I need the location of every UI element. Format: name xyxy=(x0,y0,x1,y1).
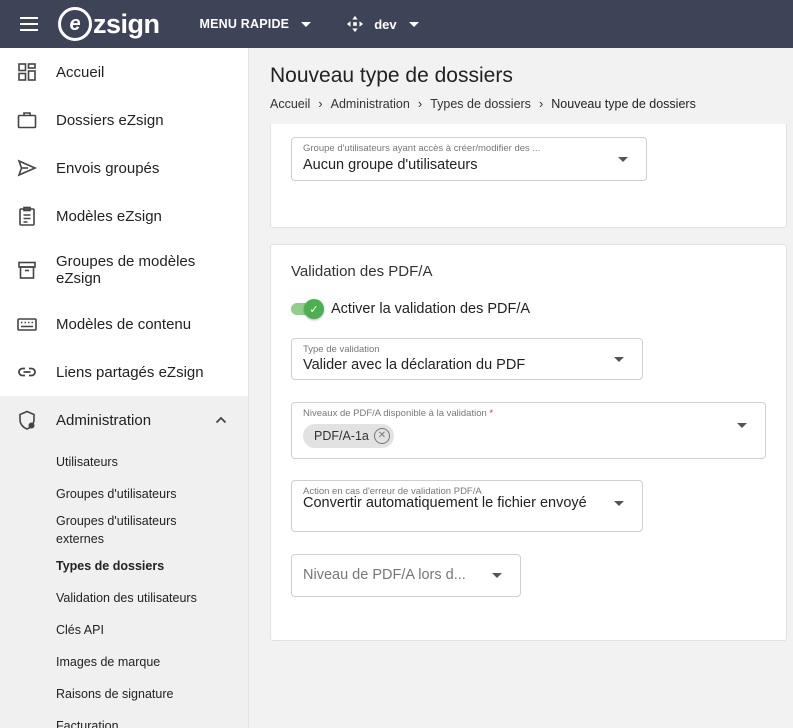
chevron-down-icon xyxy=(408,21,419,27)
field-label: Groupe d'utilisateurs ayant accès à crée… xyxy=(303,143,541,154)
clipboard-icon xyxy=(19,206,35,226)
breadcrumb-current: Nouveau type de dossiers xyxy=(551,96,696,111)
validation-type-select[interactable]: Type de validation Valider avec la décla… xyxy=(291,338,643,380)
sidebar-item-liens[interactable]: Liens partagés eZsign xyxy=(0,348,248,396)
sidebar-item-label: Liens partagés eZsign xyxy=(56,363,204,381)
sidebar-item-label: Dossiers eZsign xyxy=(56,111,164,129)
field-placeholder: Niveau de PDF/A lors d... xyxy=(303,567,466,583)
convert-level-select[interactable]: Niveau de PDF/A lors d... xyxy=(291,554,521,597)
quick-menu-button[interactable]: MENU RAPIDE xyxy=(200,17,312,31)
sidebar-subitem-facturation[interactable]: Facturation xyxy=(0,710,248,728)
chevron-right-icon: › xyxy=(538,96,544,111)
sidebar-item-label: Modèles de contenu xyxy=(56,315,192,333)
sidebar-item-groupes-modeles[interactable]: Groupes de modèles eZsign xyxy=(0,240,248,300)
quick-menu-label: MENU RAPIDE xyxy=(199,17,290,31)
dropdown-arrow-icon xyxy=(737,423,747,428)
chevron-up-icon[interactable] xyxy=(214,413,228,427)
breadcrumb: Accueil › Administration › Types de doss… xyxy=(270,96,793,111)
close-circle-icon[interactable]: ✕ xyxy=(373,428,390,444)
environment-selector[interactable]: dev xyxy=(346,15,419,33)
required-mark: * xyxy=(489,408,494,419)
sidebar-subitem-validation-utilisateurs[interactable]: Validation des utilisateurs xyxy=(0,582,248,614)
keyboard-icon xyxy=(17,318,37,331)
user-group-card: Groupe d'utilisateurs ayant accès à crée… xyxy=(270,124,787,228)
briefcase-icon xyxy=(17,112,37,129)
dropdown-arrow-icon xyxy=(492,573,502,578)
sidebar-subitem-groupes-utilisateurs[interactable]: Groupes d'utilisateurs xyxy=(0,478,248,510)
pdfa-toggle-row: ✓ Activer la validation des PDF/A xyxy=(291,299,531,319)
logo-letter: e xyxy=(58,7,92,41)
top-bar: e zsign MENU RAPIDE dev xyxy=(0,0,793,48)
sidebar: Accueil Dossiers eZsign Envois groupés M… xyxy=(0,48,249,728)
dashboard-icon xyxy=(18,63,36,81)
pdfa-levels-select[interactable]: Niveaux de PDF/A disponible à la validat… xyxy=(291,402,766,459)
hamburger-menu-icon[interactable] xyxy=(0,0,58,48)
sidebar-item-administration[interactable]: Administration xyxy=(0,396,248,444)
pdfa-level-chip: PDF/A-1a ✕ xyxy=(303,424,394,448)
dropdown-arrow-icon xyxy=(614,357,624,362)
archive-icon xyxy=(18,261,36,279)
sidebar-item-envois[interactable]: Envois groupés xyxy=(0,144,248,192)
breadcrumb-administration[interactable]: Administration xyxy=(331,97,410,111)
chevron-right-icon: › xyxy=(318,96,323,111)
page-title: Nouveau type de dossiers xyxy=(270,64,513,87)
sidebar-subitem-types-dossiers[interactable]: Types de dossiers xyxy=(0,550,248,582)
chip-label: PDF/A-1a xyxy=(314,429,369,443)
sidebar-item-label: Accueil xyxy=(56,63,105,81)
toggle-label: Activer la validation des PDF/A xyxy=(331,301,531,317)
sidebar-item-modeles[interactable]: Modèles eZsign xyxy=(0,192,248,240)
breadcrumb-types-dossiers[interactable]: Types de dossiers xyxy=(430,97,531,111)
chevron-right-icon: › xyxy=(417,96,423,111)
send-icon xyxy=(17,159,37,177)
shield-lock-icon xyxy=(19,410,35,430)
pdfa-validation-card: Validation des PDF/A ✓ Activer la valida… xyxy=(270,244,787,641)
link-icon xyxy=(18,367,36,377)
sidebar-item-label: Modèles eZsign xyxy=(56,207,162,225)
sidebar-item-modeles-contenu[interactable]: Modèles de contenu xyxy=(0,300,248,348)
field-value: Aucun groupe d'utilisateurs xyxy=(303,157,478,173)
dropdown-arrow-icon xyxy=(618,157,628,162)
sidebar-item-dossiers[interactable]: Dossiers eZsign xyxy=(0,96,248,144)
chevron-down-icon xyxy=(301,21,312,27)
breadcrumb-accueil[interactable]: Accueil xyxy=(270,97,310,111)
sidebar-subitem-groupes-externes[interactable]: Groupes d'utilisateurs externes xyxy=(0,510,200,550)
user-group-select[interactable]: Groupe d'utilisateurs ayant accès à crée… xyxy=(291,137,647,181)
pdfa-validation-toggle[interactable]: ✓ xyxy=(291,299,324,319)
section-title: Validation des PDF/A xyxy=(291,263,433,280)
page-header: Nouveau type de dossiers Accueil › Admin… xyxy=(250,48,793,124)
check-icon: ✓ xyxy=(304,299,324,319)
environment-label: dev xyxy=(374,16,397,32)
dropdown-arrow-icon xyxy=(614,501,624,506)
logo-text: zsign xyxy=(93,8,160,39)
sidebar-item-label: Administration xyxy=(56,411,152,429)
error-action-select[interactable]: Action en cas d'erreur de validation PDF… xyxy=(291,480,643,532)
field-label: Niveaux de PDF/A disponible à la validat… xyxy=(303,408,493,419)
field-value: Valider avec la déclaration du PDF xyxy=(303,357,526,373)
sidebar-subitem-cles-api[interactable]: Clés API xyxy=(0,614,248,646)
sidebar-item-label: Groupes de modèles eZsign xyxy=(56,253,196,287)
sidebar-subitem-utilisateurs[interactable]: Utilisateurs xyxy=(0,446,248,478)
field-label: Type de validation xyxy=(303,344,380,355)
sidebar-subitem-raisons-signature[interactable]: Raisons de signature xyxy=(0,678,248,710)
ezsign-logo[interactable]: e zsign xyxy=(58,0,160,48)
field-label-text: Niveaux de PDF/A disponible à la validat… xyxy=(303,408,487,419)
administration-submenu: Utilisateurs Groupes d'utilisateurs Grou… xyxy=(0,444,248,728)
sidebar-subitem-images-marque[interactable]: Images de marque xyxy=(0,646,248,678)
move-arrows-icon xyxy=(347,15,364,33)
sidebar-item-label: Envois groupés xyxy=(56,159,160,177)
sidebar-item-accueil[interactable]: Accueil xyxy=(0,48,248,96)
field-value: Convertir automatiquement le fichier env… xyxy=(303,495,587,511)
